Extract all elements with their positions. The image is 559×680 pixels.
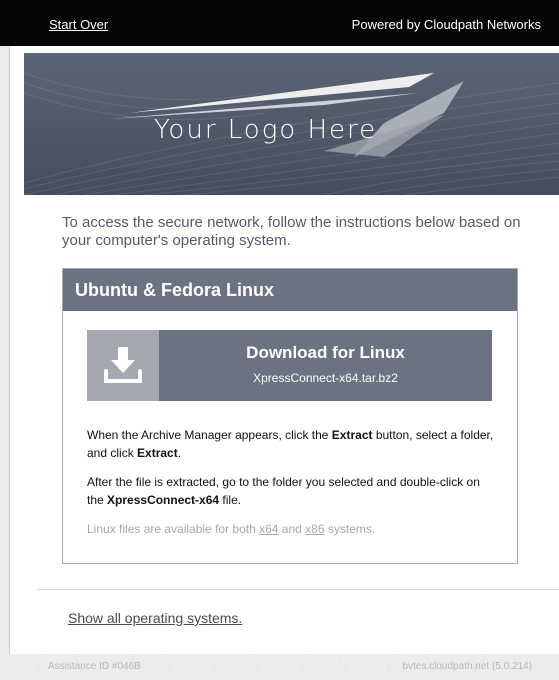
divider [37, 589, 559, 590]
download-button[interactable]: Download for Linux XpressConnect-x64.tar… [87, 330, 492, 401]
x86-link[interactable]: x86 [305, 522, 324, 536]
logo-text: Your Logo Here [154, 115, 378, 145]
main-card: Your Logo Here To access the secure netw… [9, 46, 559, 654]
architecture-note: Linux files are available for both x64 a… [87, 522, 375, 536]
instr1-text1: When the Archive Manager appears, click … [87, 428, 332, 442]
download-title: Download for Linux [246, 343, 405, 362]
assistance-id: Assistance ID #046B [48, 661, 141, 672]
download-filename: XpressConnect-x64.tar.bz2 [253, 371, 398, 385]
download-icon-box [87, 330, 159, 401]
panel-title: Ubuntu & Fedora Linux [63, 269, 517, 311]
logo-banner: Your Logo Here [24, 53, 559, 195]
host-version: bvtes.cloudpath.net (5.0.214) [402, 661, 532, 672]
instr2-bold1: XpressConnect-x64 [107, 493, 220, 507]
instr2-text2: file. [219, 493, 242, 507]
instruction-run: After the file is extracted, go to the f… [87, 473, 497, 509]
instr1-text3: . [177, 446, 182, 460]
powered-by-link[interactable]: Powered by Cloudpath Networks [352, 17, 541, 32]
x64-link[interactable]: x64 [259, 522, 278, 536]
note-text1: Linux files are available for both [87, 522, 260, 536]
download-icon [104, 347, 142, 383]
instr1-bold1: Extract [331, 428, 373, 442]
os-panel: Ubuntu & Fedora Linux Download for Linux… [62, 268, 518, 564]
top-bar: Start Over Powered by Cloudpath Networks [0, 0, 559, 46]
instruction-extract: When the Archive Manager appears, click … [87, 426, 497, 462]
show-all-os-link[interactable]: Show all operating systems. [68, 610, 242, 626]
instr1-bold2: Extract [137, 446, 178, 460]
note-text2: and [278, 522, 306, 536]
intro-text: To access the secure network, follow the… [62, 214, 521, 249]
start-over-link[interactable]: Start Over [49, 17, 108, 32]
note-text3: systems. [324, 522, 376, 536]
